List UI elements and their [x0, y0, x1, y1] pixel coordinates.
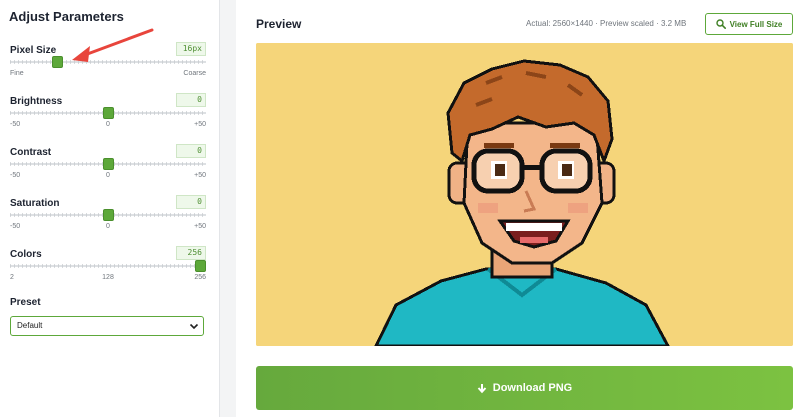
- download-png-button[interactable]: Download PNG: [256, 366, 793, 410]
- scale-mid: 0: [106, 172, 110, 179]
- brightness-value[interactable]: 0: [176, 93, 206, 107]
- scale-min: Fine: [10, 70, 24, 77]
- scale-mid: 0: [106, 121, 110, 128]
- contrast-thumb[interactable]: [103, 158, 114, 170]
- colors-thumb[interactable]: [195, 260, 206, 272]
- saturation-thumb[interactable]: [103, 209, 114, 221]
- scale-max: +50: [194, 121, 206, 128]
- colors-slider[interactable]: [10, 260, 206, 272]
- magnifier-icon: [715, 19, 726, 29]
- scale-min: 2: [10, 274, 14, 281]
- scale-mid: 128: [102, 274, 114, 281]
- preset-selected-value: Default: [17, 321, 43, 330]
- pixel-size-value[interactable]: 16px: [176, 42, 206, 56]
- preset-label: Preset: [10, 297, 41, 308]
- brightness-label: Brightness: [10, 96, 63, 107]
- saturation-label: Saturation: [10, 198, 60, 209]
- scale-min: -50: [10, 172, 21, 179]
- scale-max: +50: [194, 223, 206, 230]
- colors-label: Colors: [10, 249, 42, 260]
- colors-value[interactable]: 256: [176, 246, 206, 260]
- scale-min: -50: [10, 121, 21, 128]
- preview-image: [256, 43, 793, 346]
- saturation-value[interactable]: 0: [176, 195, 206, 209]
- chevron-down-icon: [189, 323, 199, 330]
- preview-meta: Actual: 2560×1440 · Preview scaled · 3.2…: [526, 19, 687, 28]
- pixel-art-portrait: [256, 43, 793, 346]
- scale-max: +50: [194, 172, 206, 179]
- contrast-value[interactable]: 0: [176, 144, 206, 158]
- colors-control: Colors 256 2 128 256: [10, 246, 206, 293]
- download-arrow-icon: [477, 383, 487, 393]
- pixel-size-thumb[interactable]: [51, 56, 63, 68]
- pixel-size-scale: Fine Coarse: [10, 70, 206, 80]
- preview-title: Preview: [256, 17, 302, 31]
- colors-scale: 2 128 256: [10, 274, 206, 284]
- scale-max: 256: [194, 274, 206, 281]
- parameters-panel: Adjust Parameters Pixel Size 16px Fine C…: [0, 0, 220, 417]
- contrast-label: Contrast: [10, 147, 52, 158]
- contrast-control: Contrast 0 -50 0 +50: [10, 144, 206, 191]
- pixel-size-slider[interactable]: [10, 56, 206, 68]
- brightness-slider[interactable]: [10, 107, 206, 119]
- view-full-size-label: View Full Size: [729, 19, 783, 29]
- scale-min: -50: [10, 223, 21, 230]
- preset-select[interactable]: Default: [10, 316, 204, 336]
- saturation-control: Saturation 0 -50 0 +50: [10, 195, 206, 242]
- download-png-label: Download PNG: [492, 382, 573, 394]
- pixel-size-label: Pixel Size: [10, 45, 57, 56]
- pixel-size-control: Pixel Size 16px Fine Coarse: [10, 42, 206, 89]
- scale-max: Coarse: [183, 70, 206, 77]
- saturation-scale: -50 0 +50: [10, 223, 206, 233]
- brightness-scale: -50 0 +50: [10, 121, 206, 131]
- brightness-thumb[interactable]: [103, 107, 114, 119]
- scale-mid: 0: [106, 223, 110, 230]
- saturation-slider[interactable]: [10, 209, 206, 221]
- brightness-control: Brightness 0 -50 0 +50: [10, 93, 206, 140]
- preview-panel: Preview Actual: 2560×1440 · Preview scal…: [236, 0, 800, 417]
- contrast-slider[interactable]: [10, 158, 206, 170]
- panel-title: Adjust Parameters: [9, 9, 124, 24]
- view-full-size-button[interactable]: View Full Size: [705, 13, 793, 35]
- contrast-scale: -50 0 +50: [10, 172, 206, 182]
